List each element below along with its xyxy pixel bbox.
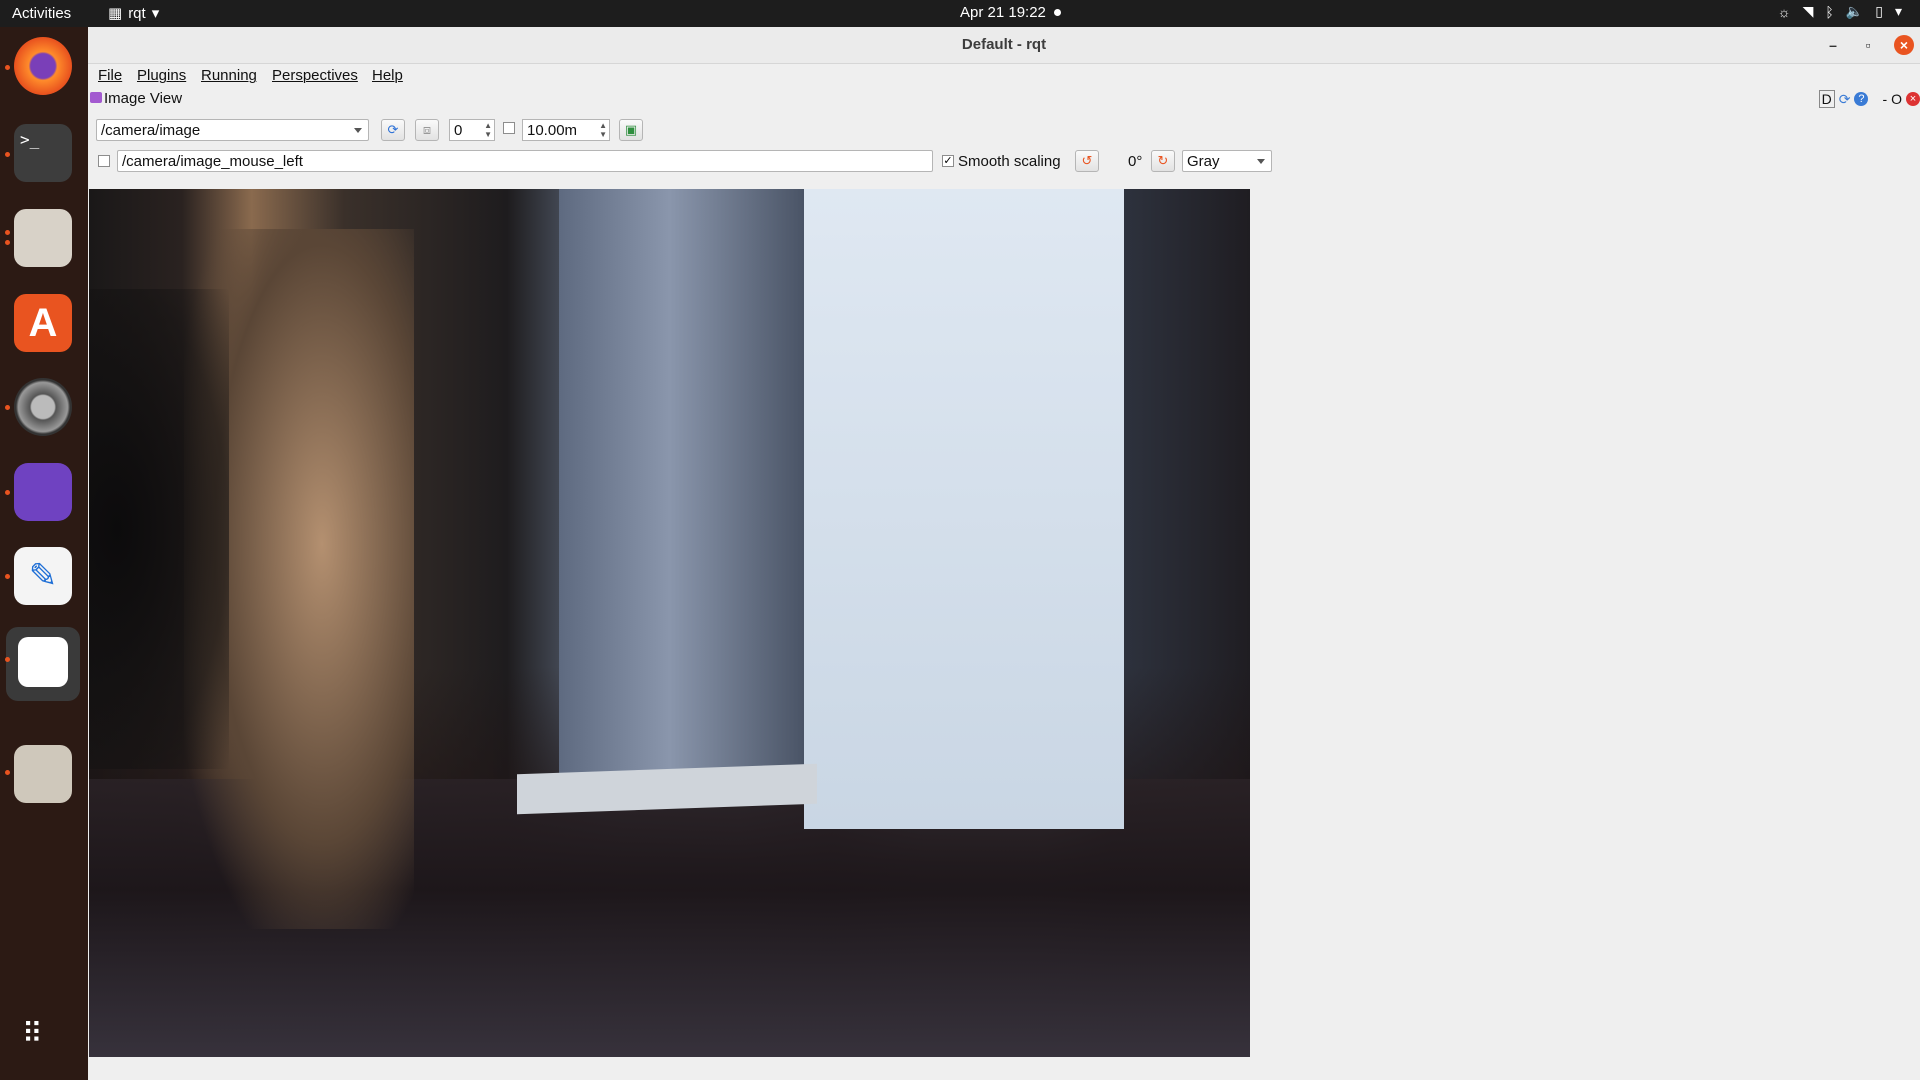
maximize-icon[interactable]: ▫	[1858, 35, 1878, 55]
running-indicator	[5, 770, 10, 775]
save-image-icon[interactable]: ▣	[619, 119, 643, 141]
duration-value: 10.00m	[527, 122, 578, 139]
toolbar-row-1: /camera/image ⟳ ⧈ 0 ▲ ▼ 10.00m ▲ ▼ ▣	[88, 117, 1920, 145]
clock-label: Apr 21 19:22	[960, 4, 1046, 21]
battery-icon: ▯	[1875, 3, 1883, 19]
camera-image[interactable]	[89, 189, 1250, 1057]
color-scheme-value: Gray	[1187, 153, 1220, 170]
running-indicator	[5, 240, 10, 245]
running-indicator	[5, 230, 10, 235]
volume-icon: 🔈	[1845, 3, 1864, 19]
brightness-icon: ☼	[1777, 3, 1791, 20]
topic-combobox[interactable]: /camera/image	[96, 119, 369, 141]
publish-click-checkbox[interactable]	[98, 155, 110, 167]
menu-running[interactable]: Running	[201, 67, 257, 84]
duration-spinbox[interactable]: 10.00m ▲ ▼	[522, 119, 610, 141]
minimize-plugin-button[interactable]: -	[1882, 91, 1887, 107]
running-indicator	[5, 65, 10, 70]
notification-dot-icon	[1053, 9, 1061, 16]
show-apps-dots-icon[interactable]	[6, 627, 80, 701]
grid-icon: ▦	[108, 5, 123, 22]
window-title: Default - rqt	[961, 36, 1047, 53]
mouse-topic-input[interactable]: /camera/image_mouse_left	[117, 150, 933, 172]
app-menu[interactable]: ▦ rqt ▾	[108, 4, 160, 23]
menu-help[interactable]: Help	[372, 67, 403, 84]
wifi-icon: ◥	[1802, 3, 1814, 19]
index-spinbox[interactable]: 0 ▲ ▼	[449, 119, 495, 141]
mouse-topic-value: /camera/image_mouse_left	[122, 153, 303, 170]
reload-icon[interactable]: ⟳	[1839, 91, 1851, 108]
top-bar: Activities ▦ rqt ▾ Apr 21 19:22 ☼ ◥ ᛒ 🔈 …	[0, 0, 1920, 27]
image-view-icon	[90, 92, 102, 103]
chevron-down-icon: ▾	[151, 5, 160, 22]
show-applications-icon[interactable]: ⠿	[22, 1020, 64, 1069]
chevron-down-icon	[1257, 159, 1265, 164]
text-editor-icon[interactable]: ✎	[14, 547, 72, 605]
running-indicator	[5, 657, 10, 662]
menu-plugins[interactable]: Plugins	[137, 67, 186, 84]
running-indicator	[5, 152, 10, 157]
title-bar: Default - rqt – ▫ ×	[88, 27, 1920, 64]
index-value: 0	[454, 122, 463, 139]
app-menu-label: rqt	[128, 4, 146, 22]
close-plugin-icon[interactable]: ×	[1906, 92, 1920, 106]
running-indicator	[5, 490, 10, 495]
plugin-controls: D ⟳ ? - O ×	[1818, 90, 1920, 108]
running-indicator	[5, 405, 10, 410]
smooth-scaling-checkbox[interactable]: ✓	[942, 155, 954, 167]
rotate-left-icon[interactable]: ↺	[1075, 150, 1099, 172]
camera-window	[804, 189, 1124, 829]
menu-file[interactable]: File	[98, 67, 122, 84]
camera-pillar	[559, 189, 804, 789]
color-scheme-combobox[interactable]: Gray	[1182, 150, 1272, 172]
system-tray[interactable]: ☼ ◥ ᛒ 🔈 ▯ ▾	[1778, 3, 1902, 20]
dock: >_ A ✎ ⠿	[0, 27, 88, 1080]
smooth-scaling-label: Smooth scaling	[958, 153, 1061, 170]
plugin-title-bar: Image View D ⟳ ? - O ×	[88, 89, 1920, 109]
topic-value: /camera/image	[101, 122, 201, 139]
settings-icon[interactable]	[14, 378, 72, 436]
github-icon[interactable]	[14, 463, 72, 521]
float-plugin-button[interactable]: O	[1891, 91, 1902, 107]
menu-perspectives[interactable]: Perspectives	[272, 67, 358, 84]
spin-arrows-icon: ▲ ▼	[599, 121, 607, 139]
dock-toggle-button[interactable]: D	[1818, 90, 1835, 108]
rqt-window: Default - rqt – ▫ × File Plugins Running…	[88, 27, 1920, 1080]
magnifier-icon[interactable]	[14, 745, 72, 803]
minimize-icon[interactable]: –	[1823, 35, 1843, 55]
close-icon[interactable]: ×	[1894, 35, 1914, 55]
rotate-right-icon[interactable]: ↻	[1151, 150, 1175, 172]
files-icon[interactable]	[14, 209, 72, 267]
dynamic-range-checkbox[interactable]	[503, 122, 515, 134]
toolbar-row-2: /camera/image_mouse_left ✓ Smooth scalin…	[88, 149, 1920, 177]
activities-button[interactable]: Activities	[12, 5, 71, 22]
camera-person-silhouette	[89, 289, 229, 769]
refresh-topics-button[interactable]: ⟳	[381, 119, 405, 141]
terminal-icon[interactable]: >_	[14, 124, 72, 182]
firefox-icon[interactable]	[14, 37, 72, 95]
menu-bar: File Plugins Running Perspectives Help	[88, 63, 1920, 87]
spin-arrows-icon: ▲ ▼	[484, 121, 492, 139]
clock[interactable]: Apr 21 19:22	[960, 4, 1061, 21]
chevron-down-icon	[354, 128, 362, 133]
chevron-down-icon: ▾	[1894, 3, 1902, 19]
running-indicator	[5, 574, 10, 579]
help-icon[interactable]: ?	[1854, 92, 1869, 106]
rotation-label: 0°	[1128, 153, 1143, 170]
pause-icon[interactable]: ⧈	[415, 119, 439, 141]
plugin-title: Image View	[104, 90, 183, 107]
bluetooth-icon: ᛒ	[1825, 3, 1834, 20]
app-store-icon[interactable]: A	[14, 294, 72, 352]
